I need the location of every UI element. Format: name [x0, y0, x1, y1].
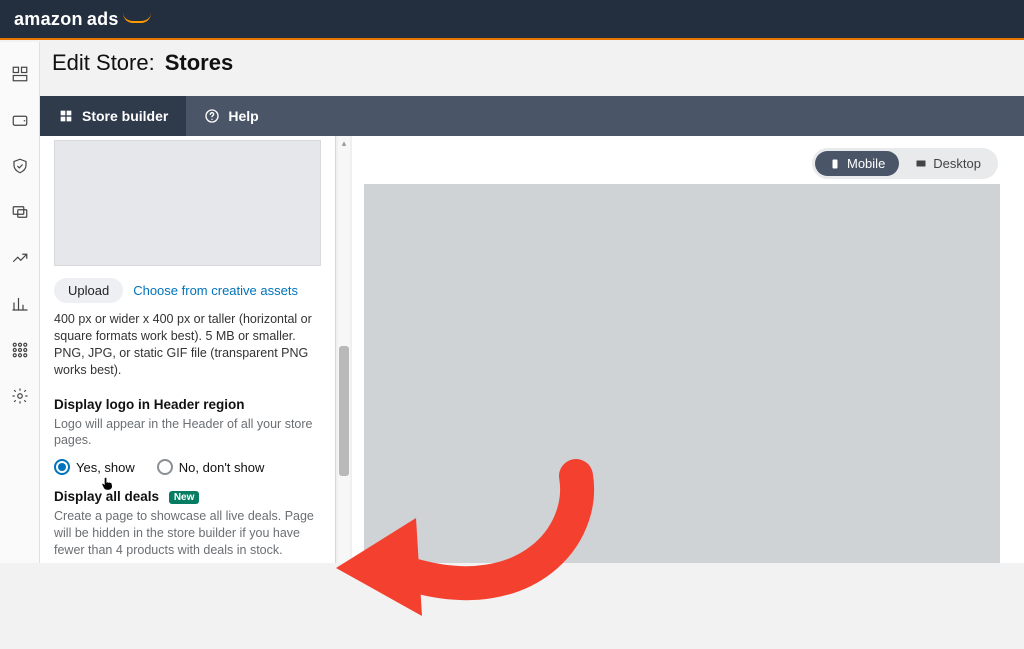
tab-bar: Store builder Help [40, 96, 1024, 136]
upload-button[interactable]: Upload [54, 278, 123, 303]
logo-no-label: No, don't show [179, 460, 265, 475]
device-toggle: Mobile Desktop [812, 148, 998, 179]
logo-yes-radio[interactable]: Yes, show [54, 459, 135, 475]
scroll-up-icon[interactable] [339, 138, 349, 148]
content: Store builder Help Upload Choose from cr… [40, 96, 1024, 563]
choose-assets-link[interactable]: Choose from creative assets [133, 283, 298, 298]
logo-section-sub: Logo will appear in the Header of all yo… [54, 416, 321, 450]
device-mobile-label: Mobile [847, 156, 885, 171]
device-desktop-button[interactable]: Desktop [901, 151, 995, 176]
cursor-pointer-icon [100, 477, 114, 491]
tab-help-label: Help [228, 108, 258, 124]
preview-canvas: Mobile Desktop [352, 136, 1024, 563]
radio-dot-icon [54, 459, 70, 475]
logo-no-radio[interactable]: No, don't show [157, 459, 265, 475]
brand-name: amazon [14, 9, 83, 30]
deals-title-text: Display all deals [54, 489, 159, 504]
bar-chart-icon[interactable] [10, 294, 30, 314]
settings-panel: Upload Choose from creative assets 400 p… [40, 136, 336, 563]
device-desktop-label: Desktop [933, 156, 981, 171]
dashboard-icon[interactable] [10, 64, 30, 84]
scroll-thumb[interactable] [339, 346, 349, 476]
top-bar: amazon ads [0, 0, 1024, 40]
logo-radio-row: Yes, show No, don't show [54, 459, 321, 475]
device-mobile-button[interactable]: Mobile [815, 151, 899, 176]
shield-icon[interactable] [10, 156, 30, 176]
tab-help[interactable]: Help [186, 96, 276, 136]
upload-hint: 400 px or wider x 400 px or taller (hori… [54, 311, 321, 379]
logo-yes-label: Yes, show [76, 460, 135, 475]
brand-suffix: ads [87, 9, 119, 30]
amazon-smile-icon [123, 15, 159, 25]
gear-icon[interactable] [10, 386, 30, 406]
radio-dot-icon [157, 459, 173, 475]
left-nav-rail [0, 42, 40, 563]
panel-scrollbar[interactable] [336, 136, 352, 563]
split: Upload Choose from creative assets 400 p… [40, 136, 1024, 563]
brand-logo: amazon ads [14, 9, 159, 30]
page-title: Edit Store: Stores [0, 40, 1024, 90]
logo-section-title: Display logo in Header region [54, 397, 321, 412]
trend-icon[interactable] [10, 248, 30, 268]
apps-icon[interactable] [10, 340, 30, 360]
deals-section-title: Display all deals New [54, 489, 321, 504]
deals-section-sub: Create a page to showcase all live deals… [54, 508, 321, 559]
wallet-icon[interactable] [10, 110, 30, 130]
page-title-label: Edit Store: [52, 50, 155, 76]
tab-store-builder-label: Store builder [82, 108, 168, 124]
page-title-name: Stores [165, 50, 233, 76]
new-badge: New [169, 491, 200, 504]
logo-preview[interactable] [54, 140, 321, 266]
screens-icon[interactable] [10, 202, 30, 222]
preview-surface[interactable] [364, 184, 1000, 563]
tab-store-builder[interactable]: Store builder [40, 96, 186, 136]
upload-row: Upload Choose from creative assets [54, 278, 321, 303]
